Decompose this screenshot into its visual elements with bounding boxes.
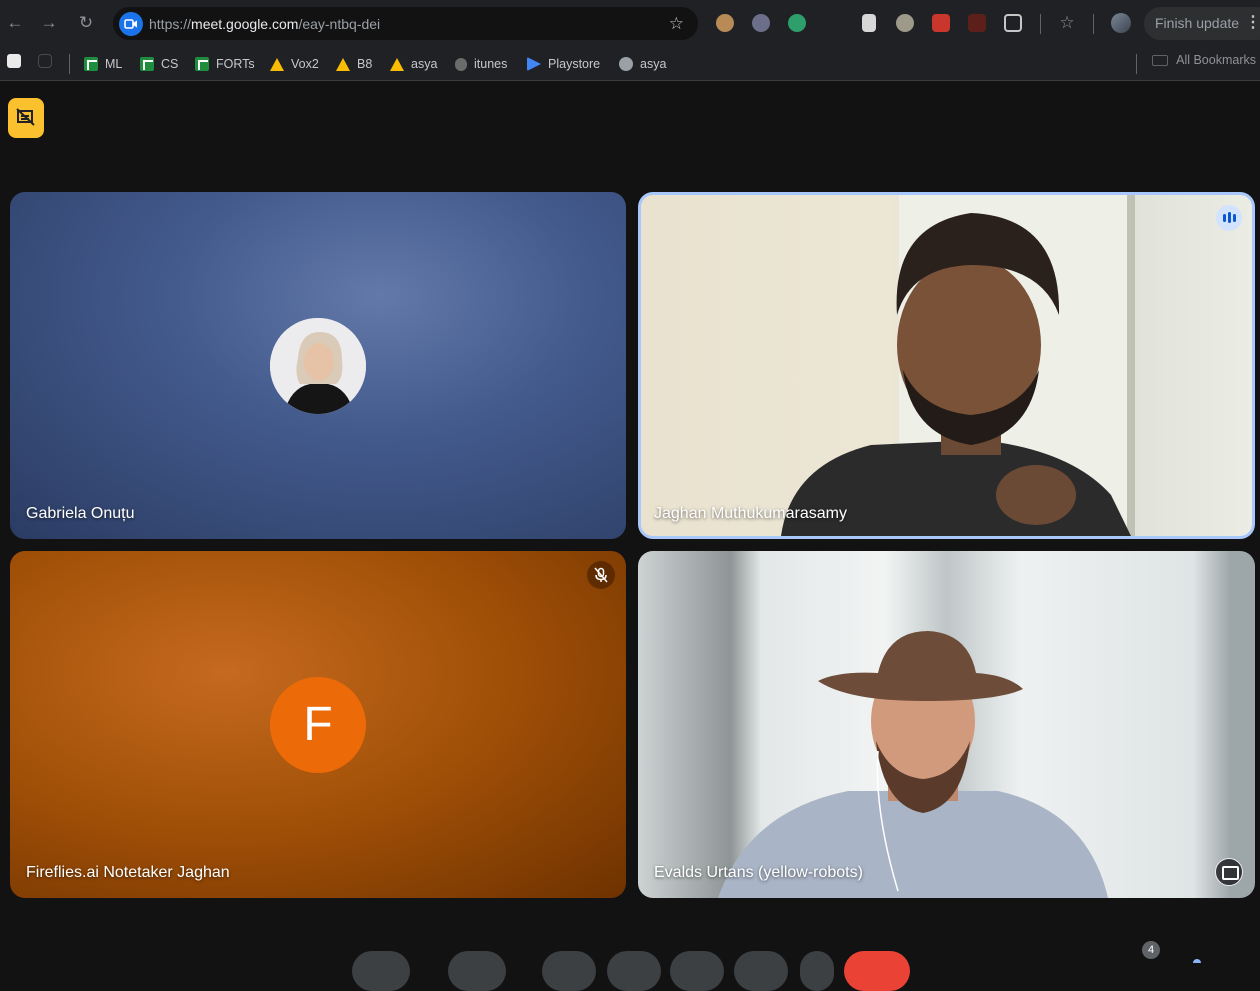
url-scheme: https:// bbox=[149, 16, 192, 32]
bookmark-label: B8 bbox=[357, 57, 373, 71]
participant-name: Fireflies.ai Notetaker Jaghan bbox=[26, 864, 230, 881]
bookmark-label: itunes bbox=[474, 57, 508, 71]
people-count-badge: 4 bbox=[1142, 941, 1160, 959]
drive-icon bbox=[336, 57, 350, 71]
play-icon bbox=[527, 57, 541, 71]
drive-icon bbox=[390, 57, 404, 71]
bookmark-label: asya bbox=[640, 57, 667, 71]
bookmark-asya-web[interactable]: asya bbox=[619, 53, 666, 75]
participant-tile-evalds[interactable]: Evalds Urtans (yellow-robots) bbox=[638, 551, 1255, 898]
drive-icon bbox=[270, 57, 284, 71]
url-host: meet.google.com bbox=[191, 16, 299, 32]
apps-icon[interactable] bbox=[7, 54, 21, 68]
sheets-icon bbox=[84, 57, 98, 71]
bookmark-label: FORTs bbox=[216, 57, 255, 71]
browser-toolbar: ← → ↻ https://meet.google.com/eay-ntbq-d… bbox=[0, 0, 1260, 46]
sheets-icon bbox=[140, 57, 154, 71]
bookmark-ml[interactable]: ML bbox=[84, 53, 122, 75]
participant-name: Jaghan Muthukumarasamy bbox=[654, 505, 847, 522]
bookmark-label: Playstore bbox=[548, 57, 601, 71]
bookmark-itunes[interactable]: itunes bbox=[455, 53, 507, 75]
apple-icon bbox=[455, 57, 467, 71]
participant-avatar-photo bbox=[270, 318, 366, 414]
mic-off-icon bbox=[587, 561, 615, 589]
sheets-icon bbox=[195, 57, 209, 71]
dark-red-extension-icon[interactable] bbox=[968, 14, 986, 32]
mic-toggle-button[interactable] bbox=[352, 951, 410, 991]
more-options-button[interactable] bbox=[800, 951, 834, 991]
toolbar-divider bbox=[1040, 14, 1041, 34]
folder-icon bbox=[1152, 54, 1169, 66]
participant-tile-jaghan[interactable]: Jaghan Muthukumarasamy bbox=[638, 192, 1255, 539]
activity-indicator bbox=[1193, 959, 1201, 963]
bookmark-forts[interactable]: FORTs bbox=[195, 53, 255, 75]
bookmark-vox2[interactable]: Vox2 bbox=[270, 53, 319, 75]
glasses-extension-icon[interactable] bbox=[896, 14, 914, 32]
bookmark-cs[interactable]: CS bbox=[140, 53, 178, 75]
globe-icon bbox=[619, 57, 633, 71]
all-bookmarks-button[interactable]: All Bookmarks bbox=[1152, 53, 1256, 67]
raise-hand-button[interactable] bbox=[734, 951, 788, 991]
leave-call-button[interactable] bbox=[844, 951, 910, 991]
bookmark-asya-drive[interactable]: asya bbox=[390, 53, 437, 75]
toolbar-divider bbox=[1093, 14, 1094, 34]
participant-video-feed bbox=[781, 195, 1135, 536]
back-arrow-icon[interactable]: ← bbox=[4, 12, 26, 34]
bookmarks-divider bbox=[1136, 54, 1137, 74]
browser-menu-icon[interactable]: ⋮ bbox=[1245, 12, 1260, 32]
picture-in-picture-icon[interactable] bbox=[1215, 858, 1243, 886]
bookmark-b8[interactable]: B8 bbox=[336, 53, 372, 75]
owl-extension-icon[interactable] bbox=[752, 14, 770, 32]
bookmarks-bar: ML CS FORTs Vox2 B8 asya itunes Playstor… bbox=[0, 46, 1260, 81]
green-extension-icon[interactable] bbox=[788, 14, 806, 32]
all-bookmarks-label: All Bookmarks bbox=[1176, 53, 1256, 67]
emoji-reaction-button[interactable] bbox=[607, 951, 661, 991]
participant-video-feed bbox=[718, 631, 1108, 898]
present-button[interactable] bbox=[670, 951, 724, 991]
hide-tiles-icon bbox=[16, 108, 35, 126]
camera-toggle-button[interactable] bbox=[448, 951, 506, 991]
bookmark-star-icon[interactable]: ☆ bbox=[669, 14, 684, 34]
tool-extension-icon[interactable] bbox=[862, 14, 876, 32]
reload-icon[interactable]: ↻ bbox=[75, 12, 97, 34]
url-path: /eay-ntbq-dei bbox=[298, 16, 381, 32]
address-bar[interactable]: https://meet.google.com/eay-ntbq-dei ☆ bbox=[113, 7, 698, 40]
meeting-stage: Gabriela Onuțu Jaghan Muthukumarasamy F … bbox=[0, 82, 1260, 991]
finish-update-button[interactable]: Finish update bbox=[1144, 7, 1260, 40]
bookmarks-divider bbox=[69, 54, 70, 74]
cookie-extension-icon[interactable] bbox=[716, 14, 734, 32]
extensions-puzzle-icon[interactable] bbox=[1004, 14, 1022, 32]
speaking-indicator-icon bbox=[1216, 205, 1242, 231]
bookmark-label: CS bbox=[161, 57, 179, 71]
participant-avatar-letter: F bbox=[270, 677, 366, 773]
captions-button[interactable] bbox=[542, 951, 596, 991]
bookmark-label: asya bbox=[411, 57, 438, 71]
tab-groups-icon[interactable] bbox=[38, 54, 52, 68]
participant-name: Evalds Urtans (yellow-robots) bbox=[654, 864, 863, 881]
profile-avatar[interactable] bbox=[1111, 13, 1131, 33]
url-text[interactable]: https://meet.google.com/eay-ntbq-dei bbox=[149, 16, 380, 32]
forward-arrow-icon[interactable]: → bbox=[38, 12, 60, 34]
participant-tile-fireflies[interactable]: F Fireflies.ai Notetaker Jaghan bbox=[10, 551, 626, 898]
participant-name: Gabriela Onuțu bbox=[26, 505, 135, 522]
hide-tiles-button[interactable] bbox=[8, 98, 44, 138]
meet-camera-icon[interactable] bbox=[119, 12, 143, 36]
bookmark-label: Vox2 bbox=[291, 57, 319, 71]
meeting-controls-bar bbox=[0, 949, 1260, 991]
reading-list-star-icon[interactable]: ☆ bbox=[1056, 12, 1078, 34]
red-extension-icon[interactable] bbox=[932, 14, 950, 32]
bookmark-playstore[interactable]: Playstore bbox=[527, 53, 600, 75]
participant-tile-gabriela[interactable]: Gabriela Onuțu bbox=[10, 192, 626, 539]
bookmark-label: ML bbox=[105, 57, 123, 71]
